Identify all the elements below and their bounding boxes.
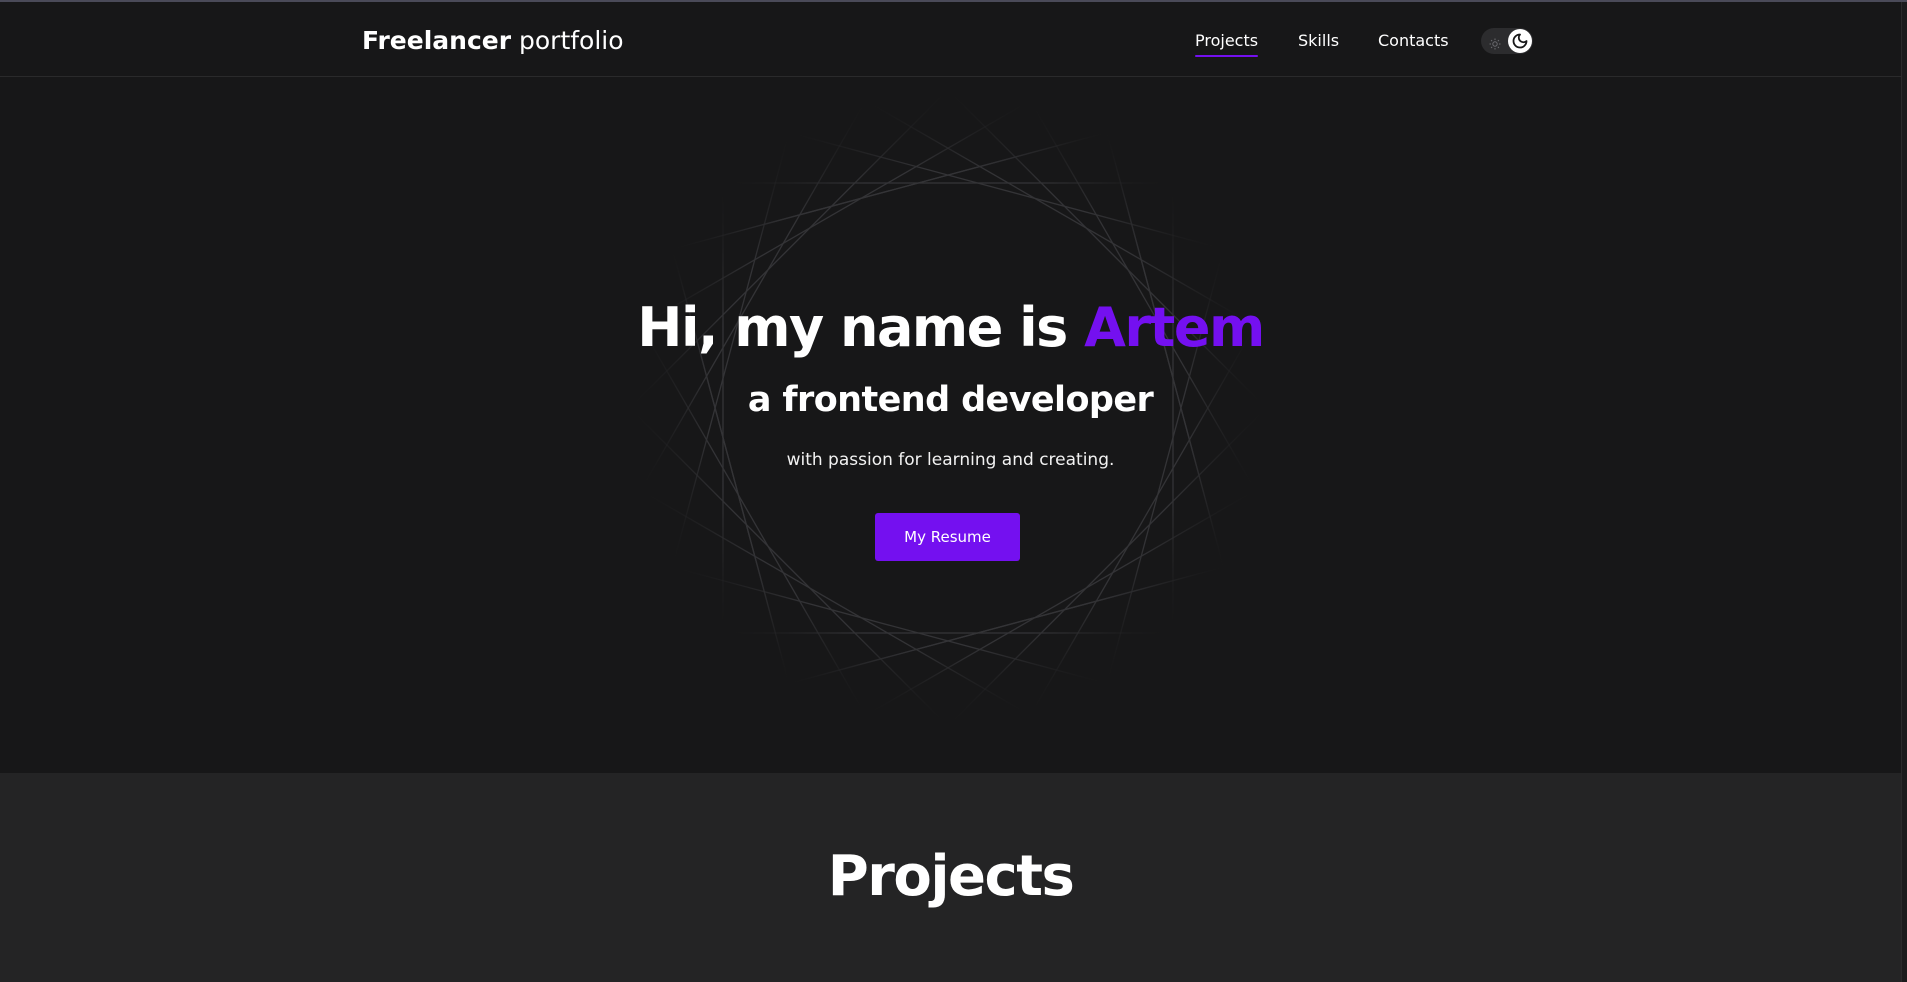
projects-title: Projects	[827, 844, 1075, 909]
hero-description: with passion for learning and creating.	[786, 450, 1115, 470]
navbar: Freelancer portfolio Projects Skills Con…	[0, 2, 1901, 77]
logo-light-text: portfolio	[519, 26, 624, 55]
moon-icon	[1512, 33, 1528, 49]
scrollbar[interactable]	[1901, 2, 1907, 982]
hero-title: Hi, my name is Artem	[0, 296, 1901, 360]
hero-greeting: Hi, my name is	[637, 296, 1068, 359]
hero-background-squares	[628, 88, 1268, 728]
page: Freelancer portfolio Projects Skills Con…	[0, 0, 1907, 982]
hero-name: Artem	[1084, 296, 1265, 359]
nav-link-projects[interactable]: Projects	[1195, 29, 1259, 57]
hero-subtitle: a frontend developer	[747, 380, 1154, 420]
nav-link-contacts[interactable]: Contacts	[1378, 29, 1449, 53]
sun-icon	[1489, 35, 1501, 54]
resume-button[interactable]: My Resume	[875, 513, 1020, 561]
projects-section: Projects	[0, 773, 1901, 982]
hero-section: Hi, my name is Artem a frontend develope…	[0, 78, 1901, 773]
logo-bold-text: Freelancer	[362, 26, 512, 55]
theme-toggle[interactable]	[1481, 28, 1533, 54]
nav-link-skills[interactable]: Skills	[1298, 29, 1339, 53]
logo[interactable]: Freelancer portfolio	[362, 26, 624, 56]
toggle-knob	[1508, 29, 1532, 53]
